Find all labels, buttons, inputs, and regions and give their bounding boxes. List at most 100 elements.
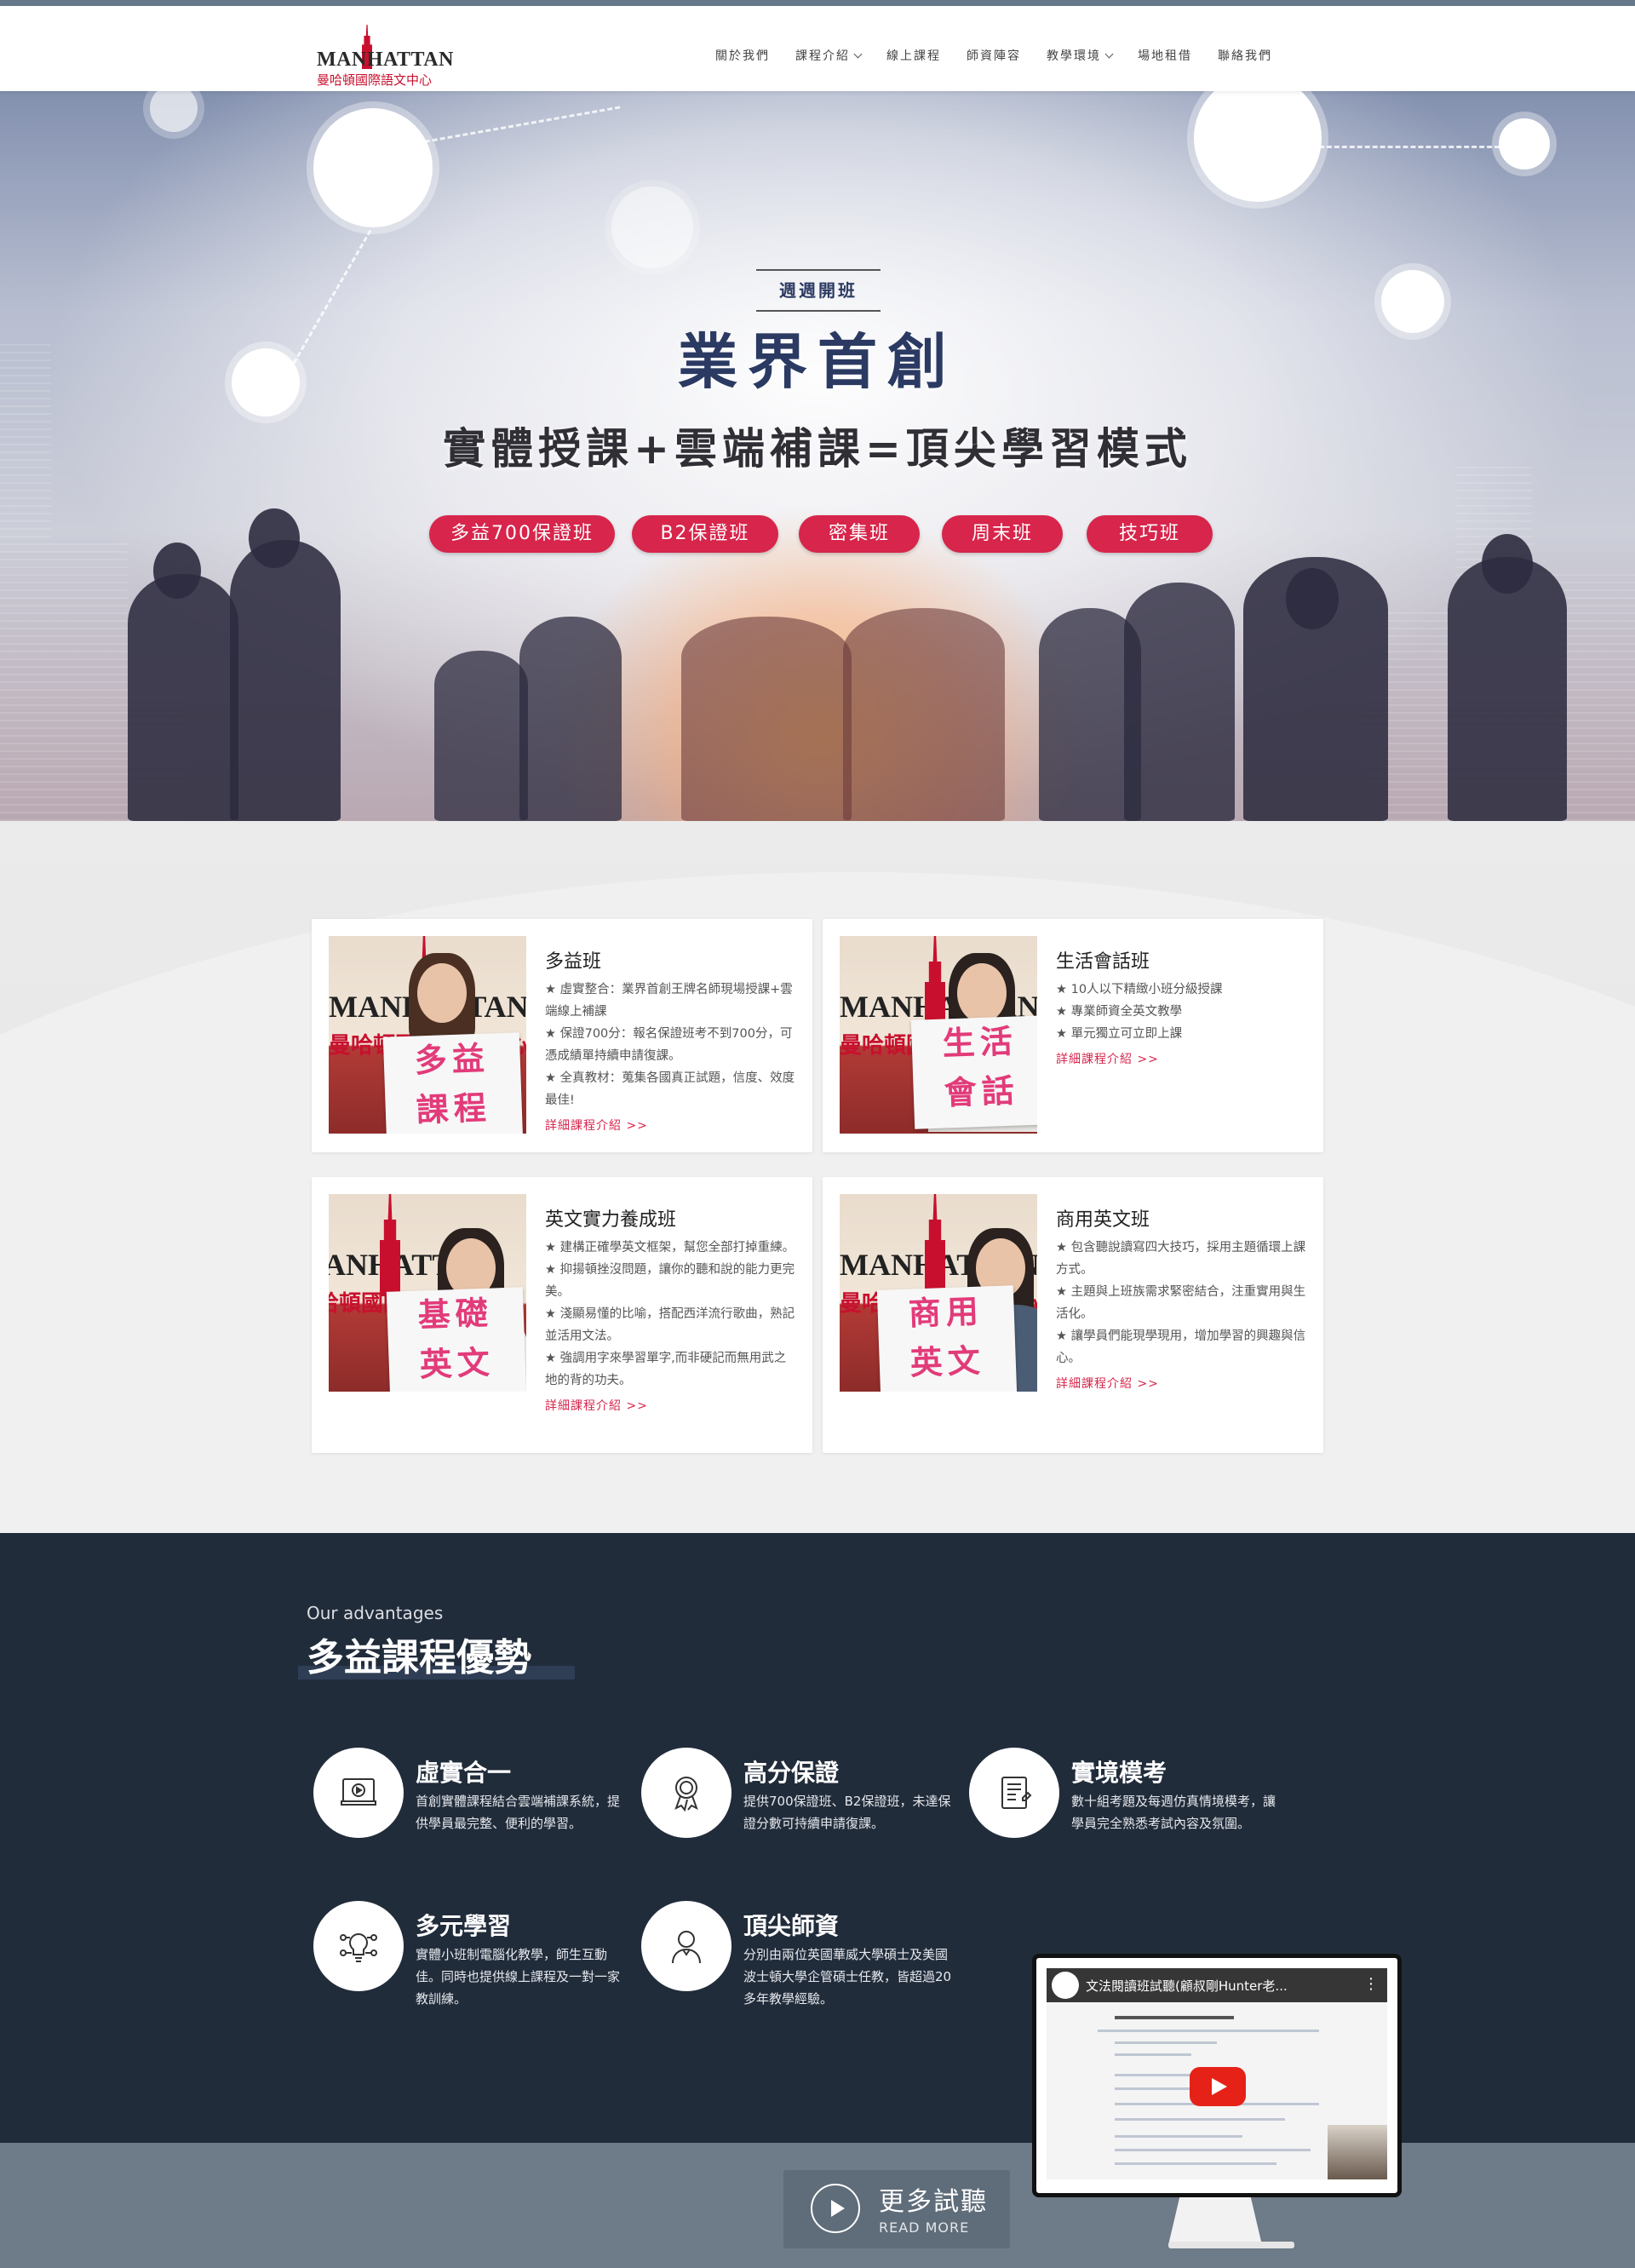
courses-section: MANHATTAN 曼哈頓國際語文中心 多益 課程 多益班 ★ 虛實整合：業界首… [0,821,1635,1533]
course-card-business[interactable]: MANHATTAN 曼哈頓國際語文中心 商用 英文 商用英文班 ★ 包含聽說讀寫… [823,1177,1323,1453]
background-swoosh [0,872,1635,1533]
hero-badge: 週週開班 [756,269,881,312]
video-player[interactable]: 文法閱讀班試聽(顧叔剛Hunter老... ⋮ [1047,1968,1387,2179]
course-bullet: ★ 讓學員們能現學現用，增加學習的興趣與信心。 [1056,1329,1306,1365]
logo-subtitle: 曼哈頓國際語文中心 [317,74,433,88]
business-people-silhouette [230,540,341,821]
course-card-toeic[interactable]: MANHATTAN 曼哈頓國際語文中心 多益 課程 多益班 ★ 虛實整合：業界首… [312,919,812,1152]
business-people-silhouette [1124,583,1235,821]
business-people-silhouette [681,617,852,821]
silhouette-head [249,508,300,568]
site-header: MANHATTAN 曼哈頓國際語文中心 關於我們 課程介紹 線上課程 師資陣容 … [0,6,1635,91]
course-card-conversation[interactable]: MANHATTAN 曼哈頓國際語文中心 生活 會話 生活會話班 ★ 10人以下精… [823,919,1323,1152]
business-people-silhouette [128,574,238,821]
course-title: 生活會話班 [1056,951,1150,973]
nav-item-environment[interactable]: 教學環境 [1047,47,1114,64]
course-card-foundation[interactable]: MANHATTAN 曼哈頓國際語文中心 基礎 英文 英文實力養成班 ★ 建構正確… [312,1177,812,1453]
business-people-silhouette [1448,557,1567,821]
course-sign: 商用 英文 [876,1285,1018,1392]
pill-skills[interactable]: 技巧班 [1087,515,1213,553]
course-photo: MANHATTAN 曼哈頓國際語文中心 商用 英文 [840,1194,1037,1392]
course-detail-link[interactable]: 詳細課程介紹 >> [1056,1373,1308,1395]
document-line [1115,2149,1311,2151]
course-photo: MANHATTAN 曼哈頓國際語文中心 基礎 英文 [329,1194,526,1392]
speaker-thumbnail [1328,2125,1387,2179]
course-bullet: ★ 建構正確學英文框架，幫您全部打掉重練。 [545,1241,795,1255]
course-detail-link[interactable]: 詳細課程介紹 >> [545,1395,797,1417]
course-bullet: ★ 保證700分：報名保證班考不到700分，可憑成績單持續申請復課。 [545,1027,793,1063]
play-icon [811,2184,860,2233]
logo[interactable]: MANHATTAN 曼哈頓國際語文中心 [317,16,453,88]
pill-intensive[interactable]: 密集班 [799,515,920,553]
tower-icon [380,1194,400,1296]
nav-item-about[interactable]: 關於我們 [715,47,770,64]
nav-item-teachers[interactable]: 師資陣容 [967,47,1021,64]
video-title[interactable]: 文法閱讀班試聽(顧叔剛Hunter老... [1086,1977,1358,1995]
document-line [1115,2041,1217,2044]
nav-label: 線上課程 [886,49,941,63]
document-line [1098,2030,1319,2032]
more-trial-sublabel: READ MORE [879,2219,970,2236]
skyline-decoration [51,540,128,821]
lightbulb-network-icon [313,1901,404,1991]
monitor-stand [1168,2197,1262,2245]
course-detail-link[interactable]: 詳細課程介紹 >> [1056,1048,1308,1071]
sign-line: 多益 [414,1039,490,1080]
course-photo: MANHATTAN 曼哈頓國際語文中心 多益 課程 [329,936,526,1134]
pill-toeic-700[interactable]: 多益700保證班 [429,515,615,553]
nav-item-venue-rental[interactable]: 場地租借 [1138,47,1192,64]
video-title-bar: 文法閱讀班試聽(顧叔剛Hunter老... ⋮ [1047,1968,1387,2002]
advantage-desc: 分別由兩位英國華威大學碩士及美國波士頓大學企管碩士任教，皆超過20多年教學經驗。 [743,1947,952,2007]
network-node-decoration [150,91,198,132]
course-detail-link[interactable]: 詳細課程介紹 >> [545,1115,797,1137]
person-face [417,963,467,1023]
course-bullet: ★ 強調用字來學習單字,而非硬記而無用武之地的背的功夫。 [545,1352,787,1387]
exam-paper-icon [969,1748,1059,1838]
more-trial-button[interactable]: 更多試聽 READ MORE [783,2170,1010,2248]
course-bullet: ★ 單元獨立可立即上課 [1056,1027,1183,1041]
pill-weekend[interactable]: 周末班 [942,515,1063,553]
advantage-desc: 數十組考題及每週仿真情境模考，讓學員完全熟悉考試內容及氛圍。 [1071,1794,1276,1831]
advantage-desc: 首創實體課程結合雲端補課系統，提供學員最完整、便利的學習。 [416,1794,621,1831]
tower-icon [925,1194,945,1296]
sign-line: 英文 [909,1341,986,1382]
nav-item-contact[interactable]: 聯絡我們 [1218,47,1272,64]
course-bullet: ★ 包含聽說讀寫四大技巧，採用主題循環上課方式。 [1056,1241,1306,1277]
course-sign: 生活 會話 [910,1015,1037,1129]
more-options-icon[interactable]: ⋮ [1363,1975,1379,1993]
sign-line: 會話 [944,1071,1020,1112]
sign-line: 生活 [942,1022,1018,1063]
business-people-silhouette [843,608,1005,821]
course-bullet: ★ 專業師資全英文教學 [1056,1005,1183,1019]
advantage-name: 虛實合一 [416,1759,512,1787]
network-node-decoration [1194,91,1322,202]
course-bullet: ★ 虛實整合：業界首創王牌名師現場授課+雲端線上補課 [545,983,793,1019]
network-node-decoration [1499,118,1550,169]
course-description: ★ 建構正確學英文框架，幫您全部打掉重練。 ★ 抑揚頓挫沒問題，讓你的聽和說的能… [545,1237,797,1417]
advantage-desc: 提供700保證班、B2保證班，未達保證分數可持續申請復課。 [743,1794,951,1831]
youtube-play-button[interactable] [1190,2067,1246,2106]
document-line [1115,2087,1200,2090]
document-line [1115,2016,1234,2019]
document-line [1115,2053,1191,2056]
nav-label: 教學環境 [1047,49,1101,63]
document-line [1115,2118,1285,2121]
nav-item-online[interactable]: 線上課程 [886,47,941,64]
silhouette-head [1286,568,1339,629]
advantage-name: 頂尖師資 [743,1912,840,1940]
person-face [957,963,1007,1023]
course-sign: 多益 課程 [382,1032,524,1134]
sign-line: 基礎 [417,1294,494,1335]
course-bullet: ★ 主題與上班族需求緊密結合，注重實用與生活化。 [1056,1285,1306,1321]
course-bullet: ★ 全真教材：蒐集各國真正試題，信度、效度最佳! [545,1071,795,1107]
nav-item-courses[interactable]: 課程介紹 [795,47,863,64]
network-line-decoration [1311,146,1507,148]
more-trial-label: 更多試聽 [879,2187,988,2217]
pill-b2[interactable]: B2保證班 [632,515,778,553]
nav-label: 師資陣容 [967,49,1021,63]
hero-title: 業界首創 [678,327,957,397]
main-nav: 關於我們 課程介紹 線上課程 師資陣容 教學環境 場地租借 聯絡我們 [715,47,1298,64]
section-title: 多益課程優勢 [307,1636,531,1679]
hero-subtitle: 實體授課+雲端補課=頂尖學習模式 [443,424,1192,474]
course-title: 商用英文班 [1056,1209,1150,1231]
